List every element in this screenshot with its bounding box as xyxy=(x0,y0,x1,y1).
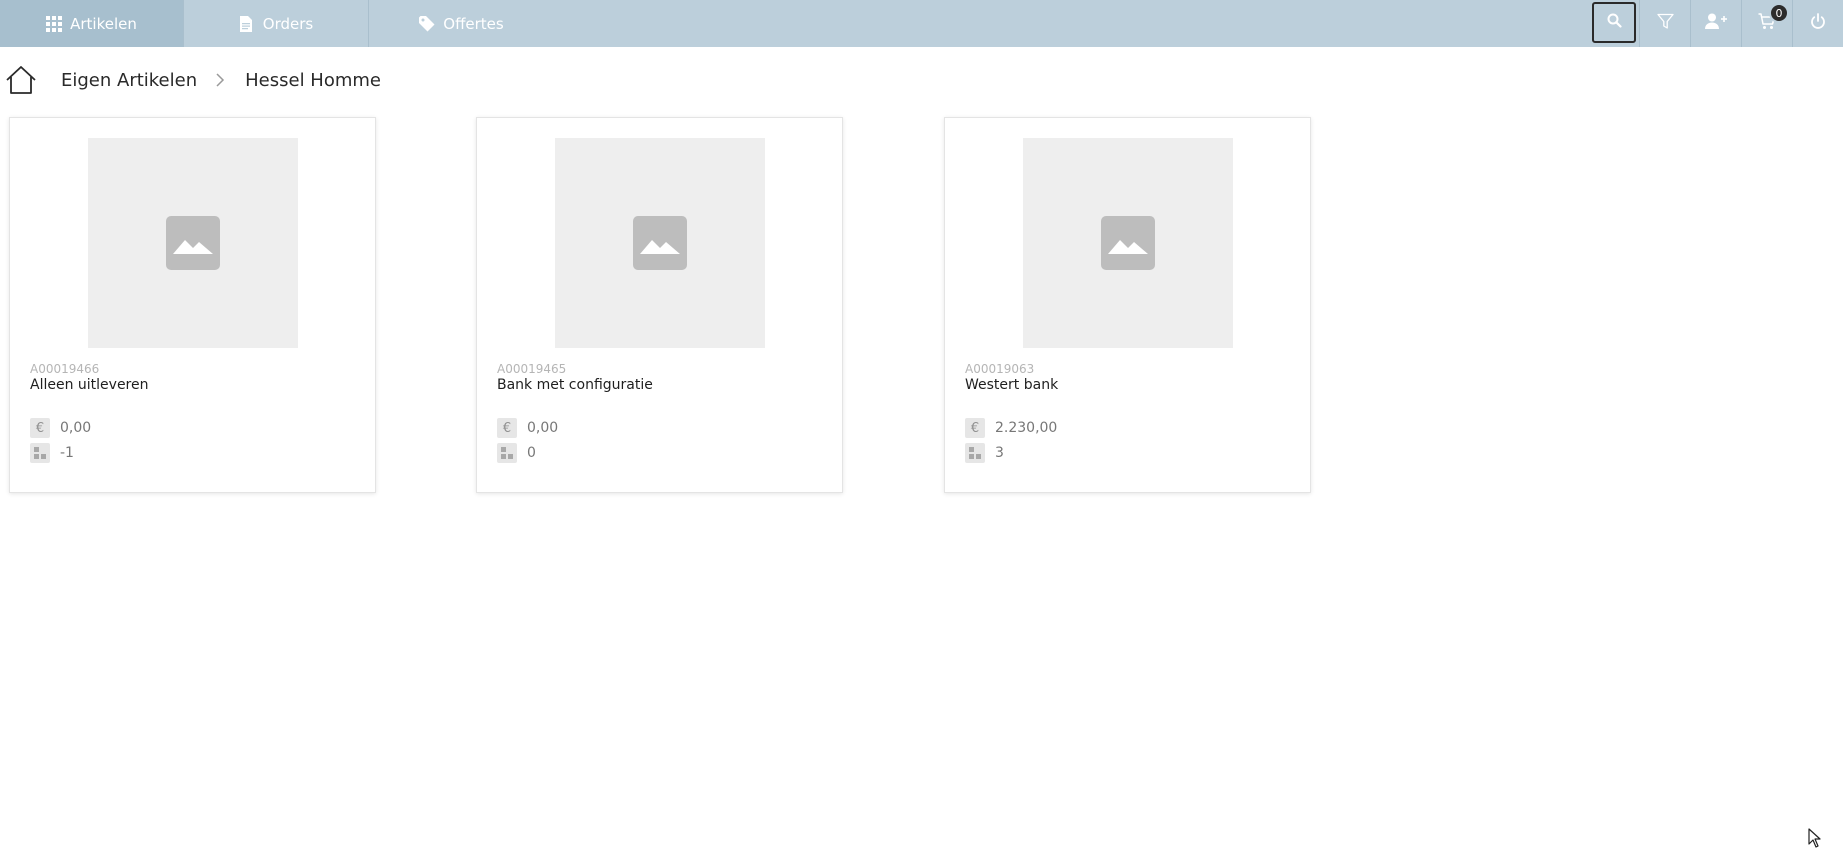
euro-icon: € xyxy=(30,418,50,438)
product-stock: -1 xyxy=(60,445,74,461)
euro-icon: € xyxy=(965,418,985,438)
product-price-row: € 2.230,00 xyxy=(965,418,1057,438)
breadcrumb-item-hessel-homme[interactable]: Hessel Homme xyxy=(245,70,381,91)
search-icon xyxy=(1607,13,1622,32)
product-stock: 3 xyxy=(995,445,1004,461)
product-code: A00019465 xyxy=(497,362,567,376)
mouse-cursor-icon xyxy=(1808,828,1822,848)
image-placeholder-icon xyxy=(633,216,687,270)
product-image xyxy=(555,138,765,348)
tag-icon xyxy=(419,15,435,32)
stock-icon xyxy=(30,443,50,463)
power-icon xyxy=(1810,13,1826,34)
tab-artikelen[interactable]: Artikelen xyxy=(0,0,184,47)
breadcrumb-item-eigen-artikelen[interactable]: Eigen Artikelen xyxy=(61,70,197,91)
euro-icon: € xyxy=(497,418,517,438)
product-stock-row: 3 xyxy=(965,443,1004,463)
product-card[interactable]: A00019465 Bank met configuratie € 0,00 0 xyxy=(476,117,843,493)
filter-icon xyxy=(1656,13,1674,34)
tab-offertes[interactable]: Offertes xyxy=(369,0,554,47)
stock-icon xyxy=(497,443,517,463)
tab-label: Orders xyxy=(262,14,314,33)
product-image xyxy=(1023,138,1233,348)
product-price: 0,00 xyxy=(527,420,559,436)
cart-button[interactable]: 0 xyxy=(1741,0,1792,47)
stock-icon xyxy=(965,443,985,463)
search-button[interactable] xyxy=(1592,2,1636,43)
cart-count-badge: 0 xyxy=(1769,3,1789,23)
product-card[interactable]: A00019466 Alleen uitleveren € 0,00 -1 xyxy=(9,117,376,493)
tab-label: Offertes xyxy=(443,14,504,33)
product-stock-row: -1 xyxy=(30,443,74,463)
tab-orders[interactable]: Orders xyxy=(184,0,369,47)
product-price: 2.230,00 xyxy=(995,420,1058,436)
product-code: A00019063 xyxy=(965,362,1035,376)
product-image xyxy=(88,138,298,348)
product-name: Bank met configuratie xyxy=(497,377,653,393)
document-icon xyxy=(239,15,255,32)
product-price-row: € 0,00 xyxy=(30,418,91,438)
product-name: Westert bank xyxy=(965,377,1059,393)
product-code: A00019466 xyxy=(30,362,100,376)
image-placeholder-icon xyxy=(166,216,220,270)
filter-button[interactable] xyxy=(1639,0,1690,47)
logout-button[interactable] xyxy=(1792,0,1843,47)
product-name: Alleen uitleveren xyxy=(30,377,149,393)
home-icon[interactable] xyxy=(5,64,37,96)
product-price-row: € 0,00 xyxy=(497,418,558,438)
product-stock: 0 xyxy=(527,445,536,461)
add-user-icon xyxy=(1705,13,1727,34)
product-price: 0,00 xyxy=(60,420,92,436)
add-user-button[interactable] xyxy=(1690,0,1741,47)
top-nav-bar: Artikelen Orders Offertes 0 xyxy=(0,0,1843,47)
breadcrumb: Eigen Artikelen Hessel Homme xyxy=(5,63,381,97)
chevron-right-icon xyxy=(215,71,227,89)
tab-label: Artikelen xyxy=(70,14,137,33)
image-placeholder-icon xyxy=(1101,216,1155,270)
product-stock-row: 0 xyxy=(497,443,536,463)
product-card[interactable]: A00019063 Westert bank € 2.230,00 3 xyxy=(944,117,1311,493)
grid-icon xyxy=(46,15,63,32)
top-actions: 0 xyxy=(1592,0,1843,47)
